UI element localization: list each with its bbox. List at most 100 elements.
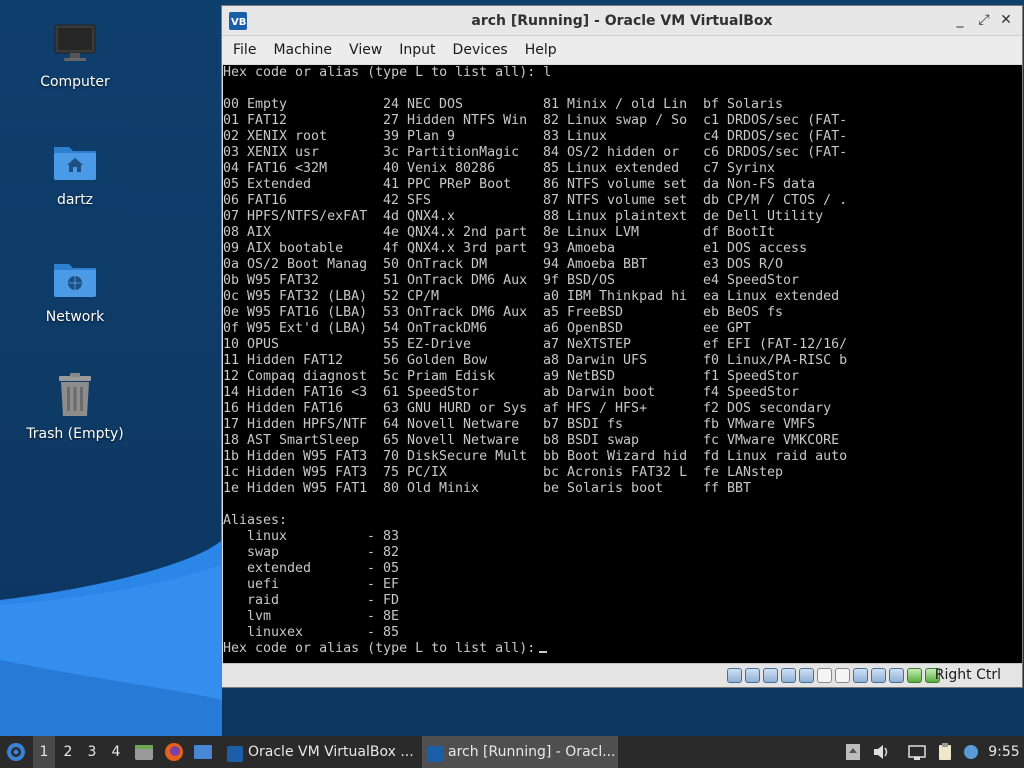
alias-name: swap (247, 545, 280, 560)
partition-type-entry: 09 AIX bootable (223, 241, 344, 256)
workspace-2[interactable]: 2 (57, 736, 79, 768)
eject-icon[interactable] (842, 741, 864, 768)
partition-type-entry: fe LANstep (703, 465, 784, 480)
network-status-icon[interactable] (906, 741, 928, 768)
start-menu-icon[interactable] (4, 736, 30, 768)
workspace-4[interactable]: 4 (105, 736, 127, 768)
alias-name: raid (247, 593, 280, 608)
partition-type-entry: 9f BSD/OS (543, 273, 616, 288)
desktop-icon-trash[interactable]: Trash (Empty) (15, 372, 135, 442)
display-icon[interactable] (835, 668, 850, 683)
virtualbox-icon (226, 743, 244, 762)
show-desktop-icon[interactable] (192, 736, 214, 768)
partition-type-entry: df BootIt (703, 225, 776, 240)
task-label: arch [Running] - Oracl... (448, 744, 616, 760)
vm-console[interactable]: Hex code or alias (type L to list all): … (223, 65, 1022, 663)
aliases-header: Aliases: (223, 513, 288, 528)
desktop-icon-home[interactable]: dartz (15, 138, 135, 208)
partition-type-entry: 27 Hidden NTFS Win (383, 113, 528, 128)
partition-type-entry: f0 Linux/PA-RISC b (703, 353, 848, 368)
menu-machine[interactable]: Machine (264, 36, 340, 64)
desktop-icon-label: Network (45, 309, 105, 325)
shared-folders-icon[interactable] (817, 668, 832, 683)
partition-type-entry: 02 XENIX root (223, 129, 328, 144)
alias-code: - EF (367, 577, 400, 592)
console-prompt-line: Hex code or alias (type L to list all): … (223, 65, 552, 80)
keyboard-capture-icon[interactable] (907, 668, 922, 683)
partition-type-entry: 83 Linux (543, 129, 608, 144)
alias-code: - 82 (367, 545, 400, 560)
partition-type-entry: a0 IBM Thinkpad hi (543, 289, 688, 304)
alias-name: uefi (247, 577, 280, 592)
menu-devices[interactable]: Devices (444, 36, 516, 64)
partition-type-entry: a9 NetBSD (543, 369, 616, 384)
partition-type-entry: e3 DOS R/O (703, 257, 784, 272)
notifications-icon[interactable] (960, 741, 982, 768)
menu-view[interactable]: View (340, 36, 390, 64)
alias-code: - 83 (367, 529, 400, 544)
taskbar-task-arch-vm[interactable]: arch [Running] - Oracl... (422, 736, 618, 768)
vt-x-icon[interactable] (871, 668, 886, 683)
partition-type-entry: 18 AST SmartSleep (223, 433, 360, 448)
maximize-icon[interactable]: ⤢ (976, 12, 992, 28)
alias-code: - 05 (367, 561, 400, 576)
partition-type-entry: fb VMware VMFS (703, 417, 816, 432)
audio-icon[interactable] (763, 668, 778, 683)
desktop-icon-label: Trash (Empty) (26, 426, 124, 442)
firefox-launcher-icon[interactable] (163, 736, 185, 768)
taskbar-task-virtualbox-manager[interactable]: Oracle VM VirtualBox ... (222, 736, 418, 768)
alias-name: linux (247, 529, 288, 544)
partition-type-entry: c4 DRDOS/sec (FAT- (703, 129, 848, 144)
partition-type-entry: 16 Hidden FAT16 (223, 401, 344, 416)
partition-type-entry: 55 EZ-Drive (383, 337, 472, 352)
monitor-icon (51, 20, 99, 68)
partition-type-entry: 0a OS/2 Boot Manag (223, 257, 368, 272)
network-adapter-icon[interactable] (781, 668, 796, 683)
close-icon[interactable]: ✕ (998, 12, 1014, 28)
optical-drive-icon[interactable] (745, 668, 760, 683)
volume-icon[interactable] (870, 741, 892, 768)
partition-type-entry: 0f W95 Ext'd (LBA) (223, 321, 368, 336)
alias-name: extended (247, 561, 312, 576)
menu-file[interactable]: File (224, 36, 264, 64)
partition-type-entry: 17 Hidden HPFS/NTF (223, 417, 368, 432)
minimize-icon[interactable]: _ (952, 12, 968, 28)
file-manager-launcher-icon[interactable] (133, 736, 155, 768)
usb-icon[interactable] (799, 668, 814, 683)
partition-type-entry: da Non-FS data (703, 177, 816, 192)
clock[interactable]: 9:55 (986, 736, 1022, 768)
partition-type-entry: 08 AIX (223, 225, 272, 240)
recording-icon[interactable] (853, 668, 868, 683)
partition-type-entry: 12 Compaq diagnost (223, 369, 368, 384)
partition-type-entry: 4f QNX4.x 3rd part (383, 241, 528, 256)
clipboard-icon[interactable] (934, 741, 956, 768)
menu-help[interactable]: Help (516, 36, 565, 64)
partition-type-entry: 42 SFS (383, 193, 432, 208)
hard-disk-icon[interactable] (727, 668, 742, 683)
partition-type-entry: eb BeOS fs (703, 305, 784, 320)
workspace-1[interactable]: 1 (33, 736, 55, 768)
partition-type-entry: 10 OPUS (223, 337, 280, 352)
partition-type-entry: c7 Syrinx (703, 161, 776, 176)
menu-input[interactable]: Input (390, 36, 443, 64)
home-folder-icon (51, 138, 99, 186)
partition-type-entry: 75 PC/IX (383, 465, 448, 480)
partition-type-entry: fd Linux raid auto (703, 449, 848, 464)
partition-type-entry: a8 Darwin UFS (543, 353, 648, 368)
partition-type-entry: 80 Old Minix (383, 481, 480, 496)
console-prompt-line: Hex code or alias (type L to list all): (223, 641, 548, 657)
partition-type-entry: ea Linux extended (703, 289, 840, 304)
workspace-3[interactable]: 3 (81, 736, 103, 768)
window-titlebar[interactable]: VB arch [Running] - Oracle VM VirtualBox… (222, 6, 1022, 36)
partition-type-entry: 51 OnTrack DM6 Aux (383, 273, 528, 288)
mouse-integration-icon[interactable] (889, 668, 904, 683)
desktop-icon-computer[interactable]: Computer (15, 20, 135, 90)
partition-type-entry: bc Acronis FAT32 L (543, 465, 688, 480)
partition-type-entry: 88 Linux plaintext (543, 209, 688, 224)
alias-code: - FD (367, 593, 400, 608)
desktop-icon-network[interactable]: Network (15, 255, 135, 325)
partition-type-entry: 93 Amoeba (543, 241, 616, 256)
partition-type-entry: ff BBT (703, 481, 752, 496)
partition-type-entry: 81 Minix / old Lin (543, 97, 688, 112)
partition-type-entry: ab Darwin boot (543, 385, 656, 400)
